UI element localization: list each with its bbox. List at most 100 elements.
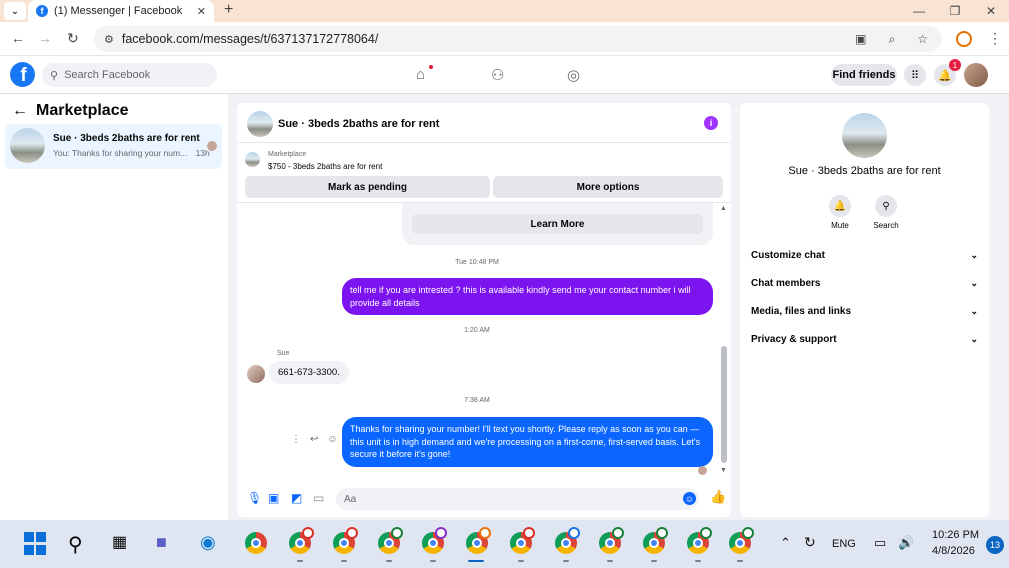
- learn-more-button[interactable]: Learn More: [412, 214, 703, 234]
- scroll-up-icon[interactable]: ▲: [720, 205, 727, 212]
- sync-icon[interactable]: ↻: [804, 534, 816, 551]
- window-close-button[interactable]: ✕: [973, 0, 1009, 22]
- gif-icon[interactable]: ▭: [313, 491, 324, 505]
- chrome-profile-icon[interactable]: [333, 527, 358, 556]
- photo-icon[interactable]: ▣: [268, 491, 279, 505]
- reload-icon[interactable]: ↻: [67, 30, 79, 47]
- chrome-profile-icon[interactable]: [643, 527, 668, 556]
- install-app-icon[interactable]: ▣: [855, 32, 866, 46]
- thumbs-up-icon[interactable]: 👍: [710, 489, 726, 505]
- more-actions-icon[interactable]: ⋮: [291, 434, 301, 445]
- chrome-profile-icon[interactable]: [289, 527, 314, 556]
- emoji-icon[interactable]: ☺: [683, 492, 696, 505]
- account-avatar[interactable]: [964, 63, 988, 87]
- chat-title[interactable]: Sue · 3beds 2baths are for rent: [278, 118, 439, 130]
- find-friends-button[interactable]: Find friends: [831, 64, 897, 86]
- chrome-profile-icon[interactable]: [729, 527, 754, 556]
- chevron-up-icon[interactable]: ⌃: [780, 535, 791, 551]
- chat-panel: Sue · 3beds 2baths are for rent i Market…: [237, 103, 731, 517]
- language-indicator[interactable]: ENG: [832, 538, 856, 550]
- clock-time[interactable]: 10:26 PM: [932, 529, 979, 541]
- bookmark-star-icon[interactable]: ☆: [917, 32, 928, 46]
- outgoing-message[interactable]: Thanks for sharing your number! I'll tex…: [342, 417, 713, 467]
- windows-start-icon[interactable]: [24, 532, 48, 556]
- section-label: Media, files and links: [751, 306, 852, 317]
- info-icon[interactable]: i: [704, 116, 718, 130]
- site-settings-icon[interactable]: ⚙: [104, 33, 114, 46]
- outgoing-message[interactable]: tell me if you are intrested ? this is a…: [342, 278, 713, 315]
- windows-taskbar: ⚲ ▦ ■ ◉ ⌃ ↻ ENG ▭ 🔊 10:26 PM 4/8/2026 13: [0, 520, 1009, 568]
- scroll-down-icon[interactable]: ▼: [720, 467, 727, 474]
- browser-toolbar: ← → ↻ ⚙ facebook.com/messages/t/63713717…: [0, 22, 1009, 56]
- back-arrow-icon[interactable]: ←: [11, 30, 25, 46]
- chat-avatar[interactable]: [247, 111, 273, 137]
- task-view-icon[interactable]: ▦: [112, 532, 136, 556]
- url-text[interactable]: facebook.com/messages/t/637137172778064/: [122, 32, 847, 46]
- message-list: Learn More Tue 10:48 PM tell me if you a…: [237, 203, 731, 478]
- display-icon[interactable]: ▭: [874, 535, 886, 551]
- message-scrollbar[interactable]: ▲ ▼: [719, 205, 729, 477]
- tab-search-button[interactable]: ⌄: [4, 2, 26, 20]
- seen-avatar: [207, 141, 217, 151]
- timestamp: 7:38 AM: [464, 397, 490, 404]
- minimize-button[interactable]: —: [901, 0, 937, 22]
- forward-arrow-icon[interactable]: →: [38, 30, 52, 46]
- privacy-support-row[interactable]: Privacy & support ⌄: [751, 334, 978, 345]
- conversation-item[interactable]: Sue · 3beds 2baths are for rent You: Tha…: [5, 124, 222, 169]
- message-input[interactable]: Aa ☺: [336, 488, 699, 510]
- volume-icon[interactable]: 🔊: [898, 535, 914, 551]
- search-conversation-button[interactable]: ⚲ Search: [866, 195, 906, 230]
- restore-button[interactable]: ❐: [937, 0, 973, 22]
- sender-avatar[interactable]: [247, 365, 265, 383]
- scroll-thumb[interactable]: [721, 346, 727, 463]
- home-icon[interactable]: ⌂: [416, 66, 425, 83]
- mark-as-pending-button[interactable]: Mark as pending: [245, 176, 490, 198]
- customize-chat-row[interactable]: Customize chat ⌄: [751, 250, 978, 261]
- running-indicator: [518, 560, 524, 562]
- chrome-icon[interactable]: [245, 532, 269, 556]
- chevron-down-icon: ⌄: [970, 250, 978, 260]
- chrome-profile-icon[interactable]: [422, 527, 447, 556]
- back-arrow-icon[interactable]: ←: [12, 102, 28, 120]
- search-icon[interactable]: ⚲: [68, 532, 92, 556]
- running-indicator: [651, 560, 657, 562]
- edge-icon[interactable]: ◉: [200, 532, 224, 556]
- groups-icon[interactable]: ◎: [567, 66, 580, 84]
- chrome-profile-icon[interactable]: [599, 527, 624, 556]
- chrome-profile-icon[interactable]: [687, 527, 712, 556]
- notification-badge: 1: [949, 59, 961, 71]
- close-icon[interactable]: ✕: [197, 5, 206, 18]
- running-indicator: [386, 560, 392, 562]
- more-options-button[interactable]: More options: [493, 176, 723, 198]
- sticker-icon[interactable]: ◩: [291, 491, 302, 505]
- chat-members-row[interactable]: Chat members ⌄: [751, 278, 978, 289]
- friends-icon[interactable]: ⚇: [491, 66, 504, 84]
- clock-date[interactable]: 4/8/2026: [932, 545, 975, 557]
- mute-button[interactable]: 🔔 Mute: [820, 195, 860, 230]
- zoom-icon[interactable]: ⌕: [889, 32, 896, 47]
- react-smiley-icon[interactable]: ☺: [327, 434, 337, 445]
- browser-tab[interactable]: f (1) Messenger | Facebook ✕: [28, 0, 214, 22]
- more-menu-icon[interactable]: ⋮: [988, 30, 1002, 47]
- microphone-icon[interactable]: 🎙: [247, 491, 262, 505]
- listing-title[interactable]: $750 - 3beds 2baths are for rent: [268, 162, 382, 171]
- teams-icon[interactable]: ■: [156, 532, 180, 556]
- new-tab-plus-icon[interactable]: +: [224, 1, 233, 19]
- notification-center-badge[interactable]: 13: [986, 536, 1004, 554]
- facebook-logo-icon[interactable]: f: [10, 62, 35, 87]
- chrome-profile-icon[interactable]: [466, 527, 491, 556]
- details-avatar[interactable]: [842, 113, 887, 158]
- address-bar[interactable]: ⚙ facebook.com/messages/t/63713717277806…: [94, 26, 942, 52]
- search-input[interactable]: ⚲ Search Facebook: [42, 63, 217, 87]
- running-indicator: [737, 560, 743, 562]
- reply-icon[interactable]: ↩: [310, 434, 318, 445]
- media-files-links-row[interactable]: Media, files and links ⌄: [751, 306, 978, 317]
- chrome-profile-icon[interactable]: [510, 527, 535, 556]
- chrome-profile-icon[interactable]: [378, 527, 403, 556]
- message-composer: 🎙 ▣ ◩ ▭ Aa ☺ 👍: [237, 483, 731, 517]
- menu-grid-icon[interactable]: ⠿: [904, 64, 926, 86]
- chrome-profile-icon[interactable]: [555, 527, 580, 556]
- profile-icon[interactable]: [956, 31, 972, 47]
- chat-details-panel: Sue · 3beds 2baths are for rent 🔔 Mute ⚲…: [740, 103, 989, 517]
- incoming-message[interactable]: 661-673-3300.: [269, 361, 349, 384]
